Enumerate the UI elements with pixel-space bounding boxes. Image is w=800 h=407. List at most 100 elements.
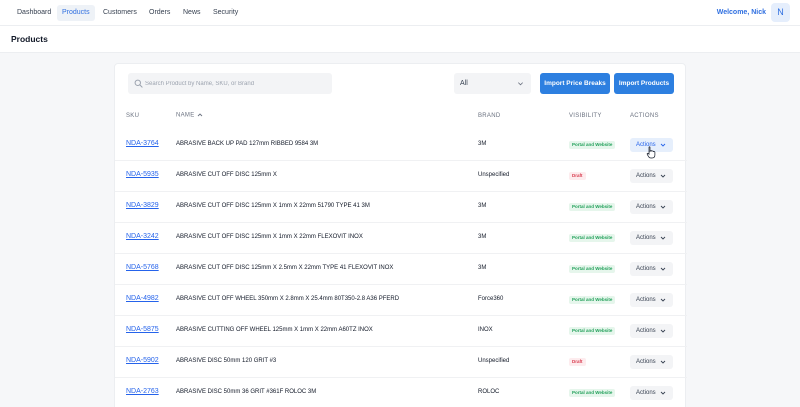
nav-security[interactable]: Security bbox=[208, 5, 243, 21]
product-name: ABRASIVE CUTTING OFF WHEEL 125mm X 1mm X… bbox=[176, 327, 373, 333]
actions-dropdown-button[interactable]: Actions bbox=[630, 262, 673, 276]
visibility-badge: Portal and Website bbox=[569, 203, 616, 211]
actions-label: Actions bbox=[636, 266, 656, 272]
actions-dropdown-button[interactable]: Actions bbox=[630, 324, 673, 338]
product-brand: INOX bbox=[478, 327, 493, 333]
product-name: ABRASIVE BACK UP PAD 127mm RIBBED 9584 3… bbox=[176, 141, 319, 147]
actions-dropdown-button[interactable]: Actions bbox=[630, 231, 673, 245]
chevron-down-icon bbox=[660, 267, 666, 271]
chevron-down-icon bbox=[660, 360, 666, 364]
visibility-badge: Portal and Website bbox=[569, 234, 616, 242]
visibility-badge: Portal and Website bbox=[569, 141, 616, 149]
product-name: ABRASIVE CUT OFF DISC 125mm X 2.5mm X 22… bbox=[176, 265, 394, 271]
import-products-button[interactable]: Import Products bbox=[614, 73, 674, 94]
chevron-down-icon bbox=[518, 82, 523, 86]
column-header-brand[interactable]: BRAND bbox=[478, 113, 501, 119]
product-brand: ROLOC bbox=[478, 389, 500, 395]
column-header-actions: ACTIONS bbox=[630, 113, 659, 119]
visibility-badge: Portal and Website bbox=[569, 296, 616, 304]
column-header-visibility[interactable]: VISIBILITY bbox=[569, 113, 602, 119]
sku-link[interactable]: NDA-3242 bbox=[126, 233, 159, 240]
chevron-down-icon bbox=[660, 143, 666, 147]
table-row: NDA-5902 ABRASIVE DISC 50mm 120 GRIT #3 … bbox=[115, 347, 687, 378]
actions-dropdown-button[interactable]: Actions bbox=[630, 200, 673, 214]
product-name: ABRASIVE CUT OFF DISC 125mm X bbox=[176, 172, 277, 178]
actions-dropdown-button[interactable]: Actions bbox=[630, 169, 673, 183]
product-name: ABRASIVE CUT OFF WHEEL 350mm X 2.8mm X 2… bbox=[176, 296, 400, 302]
column-header-name[interactable]: NAME bbox=[176, 112, 203, 119]
actions-label: Actions bbox=[636, 297, 656, 303]
product-name: ABRASIVE CUT OFF DISC 125mm X 1mm X 22mm… bbox=[176, 234, 363, 240]
column-header-sku[interactable]: SKU bbox=[126, 113, 139, 119]
table-row: NDA-3764 ABRASIVE BACK UP PAD 127mm RIBB… bbox=[115, 130, 687, 161]
actions-dropdown-button[interactable]: Actions bbox=[630, 355, 673, 369]
visibility-badge: Draft bbox=[569, 358, 586, 366]
chevron-down-icon bbox=[660, 205, 666, 209]
column-header-name-label: NAME bbox=[176, 112, 195, 119]
sku-link[interactable]: NDA-5935 bbox=[126, 171, 159, 178]
search-icon bbox=[134, 79, 143, 88]
table-row: NDA-3242 ABRASIVE CUT OFF DISC 125mm X 1… bbox=[115, 223, 687, 254]
sku-link[interactable]: NDA-5875 bbox=[126, 326, 159, 333]
product-name: ABRASIVE CUT OFF DISC 125mm X 1mm X 22mm… bbox=[176, 203, 370, 209]
product-name: ABRASIVE DISC 50mm 36 GRIT #361F ROLOC 3… bbox=[176, 389, 317, 395]
product-brand: Force360 bbox=[478, 296, 504, 302]
actions-dropdown-button[interactable]: Actions bbox=[630, 386, 673, 400]
chevron-down-icon bbox=[660, 174, 666, 178]
actions-label: Actions bbox=[636, 390, 656, 396]
visibility-filter-select[interactable]: All bbox=[454, 73, 531, 94]
column-header-actions-label: ACTIONS bbox=[630, 113, 659, 119]
search-box bbox=[128, 73, 332, 94]
sku-link[interactable]: NDA-4982 bbox=[126, 295, 159, 302]
welcome-text: Welcome, Nick bbox=[716, 9, 766, 16]
actions-label: Actions bbox=[636, 204, 656, 210]
table-row: NDA-3829 ABRASIVE CUT OFF DISC 125mm X 1… bbox=[115, 192, 687, 223]
nav-customers[interactable]: Customers bbox=[98, 5, 142, 21]
chevron-down-icon bbox=[660, 298, 666, 302]
product-brand: Unspecified bbox=[478, 358, 510, 364]
product-brand: 3M bbox=[478, 203, 487, 209]
sku-link[interactable]: NDA-5902 bbox=[126, 357, 159, 364]
sku-link[interactable]: NDA-2763 bbox=[126, 388, 159, 395]
sku-link[interactable]: NDA-5768 bbox=[126, 264, 159, 271]
actions-label: Actions bbox=[636, 328, 656, 334]
visibility-badge: Portal and Website bbox=[569, 327, 616, 335]
sort-ascending-icon bbox=[197, 113, 202, 117]
user-avatar[interactable]: N bbox=[771, 3, 790, 22]
chevron-down-icon bbox=[660, 391, 666, 395]
chevron-down-icon bbox=[660, 329, 666, 333]
table-row: NDA-4982 ABRASIVE CUT OFF WHEEL 350mm X … bbox=[115, 285, 687, 316]
chevron-down-icon bbox=[660, 236, 666, 240]
page-title: Products bbox=[11, 34, 48, 44]
actions-dropdown-button[interactable]: Actions bbox=[630, 293, 673, 307]
visibility-badge: Portal and Website bbox=[569, 389, 616, 397]
product-brand: 3M bbox=[478, 234, 487, 240]
column-header-brand-label: BRAND bbox=[478, 113, 501, 119]
visibility-badge: Portal and Website bbox=[569, 265, 616, 273]
actions-label: Actions bbox=[636, 235, 656, 241]
actions-label: Actions bbox=[636, 359, 656, 365]
filter-value: All bbox=[460, 80, 468, 87]
table-row: NDA-5935 ABRASIVE CUT OFF DISC 125mm X U… bbox=[115, 161, 687, 192]
product-name: ABRASIVE DISC 50mm 120 GRIT #3 bbox=[176, 358, 277, 364]
product-brand: 3M bbox=[478, 141, 487, 147]
hand-cursor-icon bbox=[646, 146, 656, 159]
nav-orders[interactable]: Orders bbox=[144, 5, 175, 21]
table-row: NDA-5875 ABRASIVE CUTTING OFF WHEEL 125m… bbox=[115, 316, 687, 347]
table-row: NDA-5768 ABRASIVE CUT OFF DISC 125mm X 2… bbox=[115, 254, 687, 285]
nav-dashboard[interactable]: Dashboard bbox=[12, 5, 56, 21]
product-brand: 3M bbox=[478, 265, 487, 271]
nav-news[interactable]: News bbox=[178, 5, 206, 21]
page-header: Products bbox=[0, 26, 800, 53]
table-row: NDA-2763 ABRASIVE DISC 50mm 36 GRIT #361… bbox=[115, 378, 687, 407]
import-price-breaks-button[interactable]: Import Price Breaks bbox=[540, 73, 610, 94]
column-header-visibility-label: VISIBILITY bbox=[569, 113, 602, 119]
column-header-sku-label: SKU bbox=[126, 113, 140, 119]
search-input[interactable] bbox=[145, 73, 329, 94]
sku-link[interactable]: NDA-3829 bbox=[126, 202, 159, 209]
products-card: All Import Price Breaks Import Products … bbox=[114, 63, 687, 407]
visibility-badge: Draft bbox=[569, 172, 586, 180]
sku-link[interactable]: NDA-3764 bbox=[126, 140, 159, 147]
top-navigation: Dashboard Products Customers Orders News… bbox=[0, 0, 800, 26]
nav-products[interactable]: Products bbox=[57, 5, 95, 21]
